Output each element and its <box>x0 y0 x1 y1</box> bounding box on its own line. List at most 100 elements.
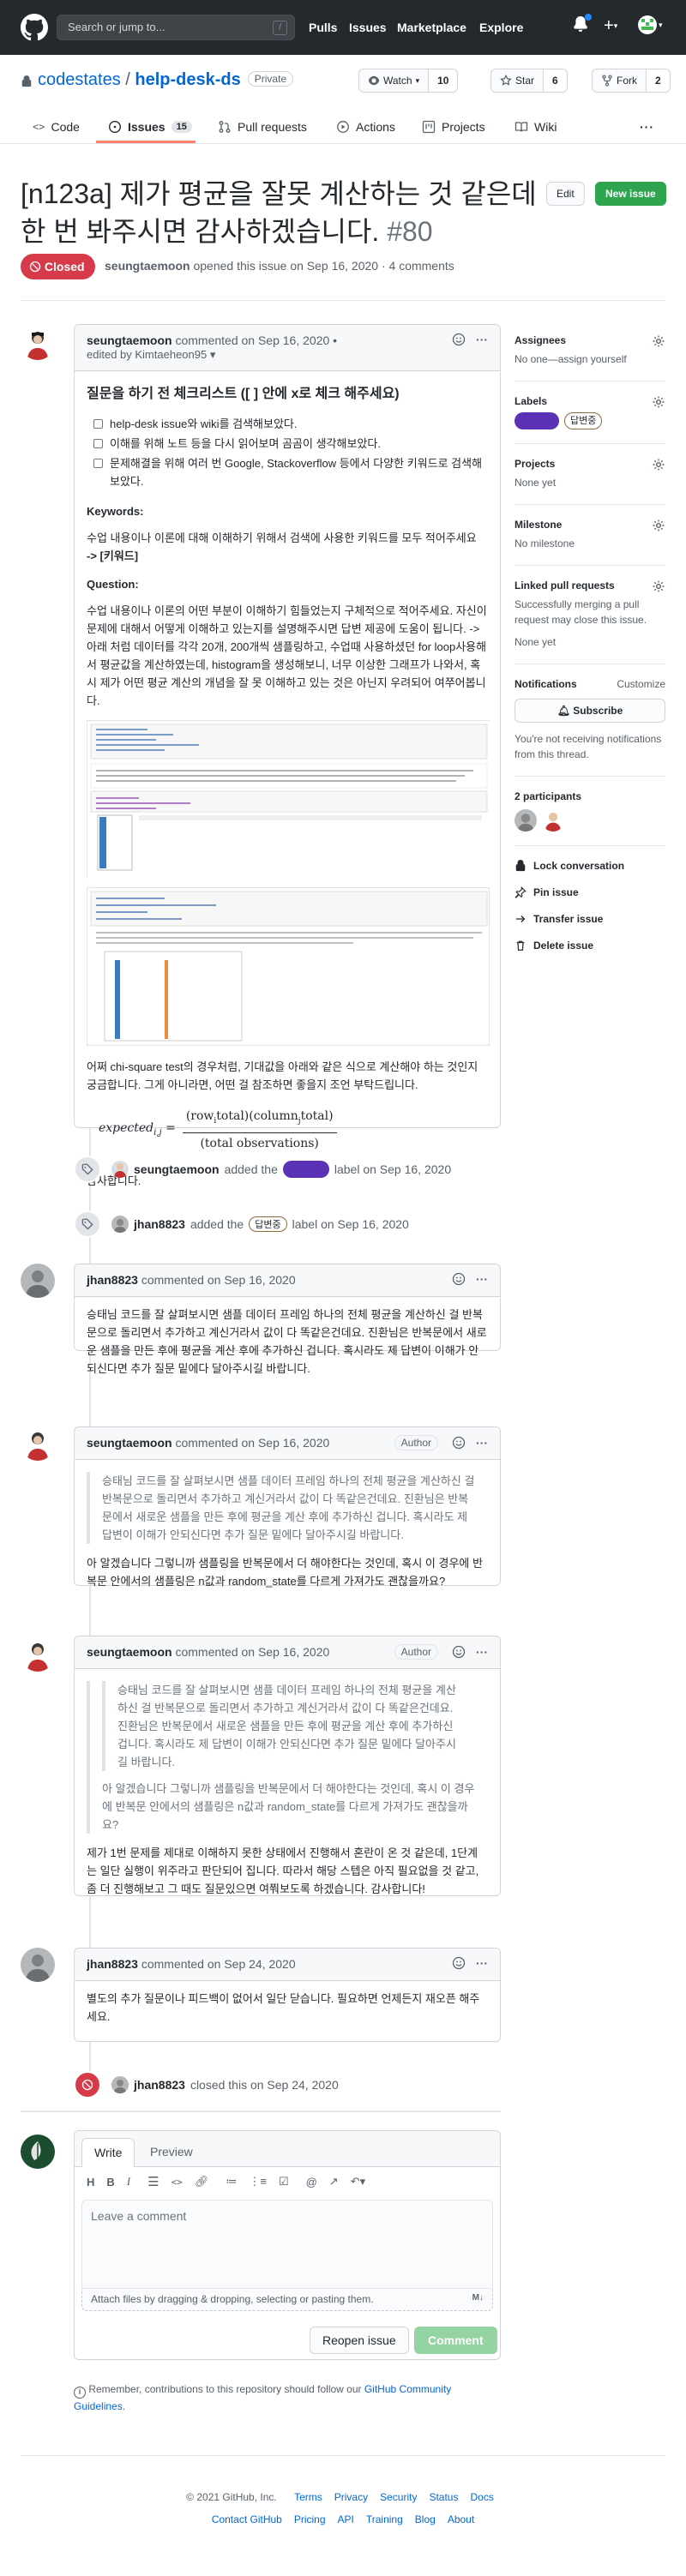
purple-label[interactable] <box>514 412 559 429</box>
seungtaemoon-small-avatar[interactable] <box>111 1161 129 1178</box>
reopen-issue-button[interactable]: Reopen issue <box>310 2327 409 2354</box>
comment-timestamp[interactable]: commented on Sep 24, 2020 <box>141 1957 296 1971</box>
projects-heading[interactable]: Projects <box>514 458 665 471</box>
comment-author-link[interactable]: seungtaemoon <box>87 333 172 347</box>
event-user-link[interactable]: jhan8823 <box>134 2078 185 2092</box>
notebook-screenshot[interactable] <box>87 720 490 880</box>
pin-issue-action[interactable]: Pin issue <box>514 886 665 898</box>
kebab-menu-icon[interactable]: ··· <box>476 1956 488 1970</box>
tab-code[interactable]: <> Code <box>33 120 80 134</box>
write-tab[interactable]: Write <box>81 2138 135 2167</box>
footer-link-pricing[interactable]: Pricing <box>294 2513 326 2525</box>
watch-count[interactable]: 10 <box>429 69 459 93</box>
nav-pulls[interactable]: Pulls <box>309 21 337 34</box>
footer-link-docs[interactable]: Docs <box>470 2491 493 2503</box>
kebab-menu-icon[interactable]: ··· <box>476 1272 488 1286</box>
comment-timestamp[interactable]: commented on Sep 16, 2020 <box>175 1645 329 1659</box>
nav-explore[interactable]: Explore <box>479 21 523 34</box>
comment-timestamp[interactable]: commented on Sep 16, 2020 <box>141 1273 296 1287</box>
checkbox[interactable] <box>93 459 103 468</box>
footer-link-status[interactable]: Status <box>429 2491 458 2503</box>
jhan8823-small-avatar[interactable] <box>111 1216 129 1233</box>
footer-link-contact[interactable]: Contact GitHub <box>212 2513 282 2525</box>
fork-button[interactable]: Fork <box>592 69 647 93</box>
jhan8823-participant-avatar[interactable] <box>514 809 537 832</box>
avatar-caret-icon[interactable]: ▾ <box>659 21 663 30</box>
seungtaemoon-participant-avatar[interactable] <box>542 809 564 832</box>
gear-icon[interactable] <box>652 579 665 593</box>
gear-icon[interactable] <box>652 334 665 348</box>
issue-author-link[interactable]: seungtaemoon <box>105 259 190 273</box>
kebab-menu-icon[interactable]: ··· <box>476 333 488 346</box>
star-count[interactable]: 6 <box>544 69 568 93</box>
jhan8823-avatar[interactable] <box>21 1264 55 1298</box>
delete-issue-action[interactable]: Delete issue <box>514 940 665 952</box>
comment-button[interactable]: Comment <box>414 2327 497 2354</box>
more-tabs-icon[interactable]: ··· <box>640 120 654 134</box>
tab-projects[interactable]: Projects <box>422 120 485 134</box>
customize-link[interactable]: Customize <box>617 678 665 690</box>
event-user-link[interactable]: jhan8823 <box>134 1217 185 1231</box>
tab-wiki[interactable]: Wiki <box>514 120 557 134</box>
comment-timestamp[interactable]: commented on Sep 16, 2020 • <box>175 333 337 347</box>
user-avatar[interactable] <box>638 15 657 34</box>
ordered-list-icon[interactable]: ⋮≡ <box>249 2175 267 2189</box>
footer-link-about[interactable]: About <box>448 2513 474 2525</box>
checkbox[interactable] <box>93 439 103 448</box>
kebab-menu-icon[interactable]: ··· <box>476 1436 488 1450</box>
nav-marketplace[interactable]: Marketplace <box>397 21 466 34</box>
code-icon[interactable]: <> <box>172 2177 183 2188</box>
gear-icon[interactable] <box>652 395 665 409</box>
assignees-value[interactable]: No one—assign yourself <box>514 351 665 367</box>
seungtaemoon-avatar[interactable] <box>21 326 55 360</box>
smiley-icon[interactable] <box>452 1956 466 1970</box>
footer-link-api[interactable]: API <box>338 2513 354 2525</box>
github-logo-icon[interactable] <box>21 14 48 41</box>
smiley-icon[interactable] <box>452 1436 466 1450</box>
kebab-menu-icon[interactable]: ··· <box>476 1645 488 1659</box>
bold-icon[interactable]: B <box>106 2176 114 2189</box>
assignees-heading[interactable]: Assignees <box>514 334 665 348</box>
fork-count[interactable]: 2 <box>647 69 671 93</box>
link-icon[interactable]: 🔗︎ <box>195 2175 209 2189</box>
footer-link-blog[interactable]: Blog <box>415 2513 436 2525</box>
cross-reference-icon[interactable]: ↗ <box>329 2175 339 2189</box>
comment-author-link[interactable]: jhan8823 <box>87 1273 138 1287</box>
tab-actions[interactable]: Actions <box>336 120 395 134</box>
footer-link-training[interactable]: Training <box>366 2513 403 2525</box>
comment-timestamp[interactable]: commented on Sep 16, 2020 <box>175 1436 329 1450</box>
transfer-issue-action[interactable]: Transfer issue <box>514 913 665 925</box>
event-user-link[interactable]: seungtaemoon <box>134 1162 220 1176</box>
seungtaemoon-avatar[interactable] <box>21 1637 55 1672</box>
gear-icon[interactable] <box>652 458 665 471</box>
comment-author-link[interactable]: seungtaemoon <box>87 1436 172 1450</box>
repo-name-link[interactable]: help-desk-ds <box>135 70 240 89</box>
attach-files-area[interactable]: Attach files by dragging & dropping, sel… <box>81 2289 493 2311</box>
purple-label[interactable] <box>282 1161 329 1178</box>
preview-tab[interactable]: Preview <box>138 2138 205 2167</box>
lock-conversation-action[interactable]: Lock conversation <box>514 860 665 872</box>
edited-by-dropdown[interactable]: edited by Kimtaeheon95 ▾ <box>87 348 215 361</box>
subscribe-button[interactable]: 🔔︎ Subscribe <box>514 699 665 723</box>
histogram-screenshot[interactable] <box>87 887 490 1046</box>
tab-issues[interactable]: Issues 15 <box>108 120 192 134</box>
new-issue-button[interactable]: New issue <box>595 182 666 206</box>
checkbox[interactable] <box>93 419 103 429</box>
quote-icon[interactable]: ☰ <box>147 2174 159 2189</box>
markdown-icon[interactable]: M↓ <box>472 2293 484 2303</box>
comment-textarea[interactable]: Leave a comment <box>81 2200 493 2289</box>
search-input[interactable]: Search or jump to... / <box>57 15 295 40</box>
reply-icon[interactable]: ↶▾ <box>351 2175 365 2189</box>
task-list-icon[interactable]: ☑ <box>279 2175 289 2189</box>
labels-heading[interactable]: Labels <box>514 395 665 409</box>
current-user-avatar[interactable] <box>21 2135 55 2169</box>
heading-icon[interactable]: H <box>87 2176 94 2189</box>
smiley-icon[interactable] <box>452 333 466 346</box>
jhan8823-avatar[interactable] <box>21 1948 55 1982</box>
star-button[interactable]: Star <box>490 69 545 93</box>
nav-issues[interactable]: Issues <box>349 21 387 34</box>
smiley-icon[interactable] <box>452 1272 466 1286</box>
linked-prs-heading[interactable]: Linked pull requests <box>514 579 665 593</box>
footer-link-terms[interactable]: Terms <box>294 2491 322 2503</box>
footer-link-security[interactable]: Security <box>380 2491 417 2503</box>
